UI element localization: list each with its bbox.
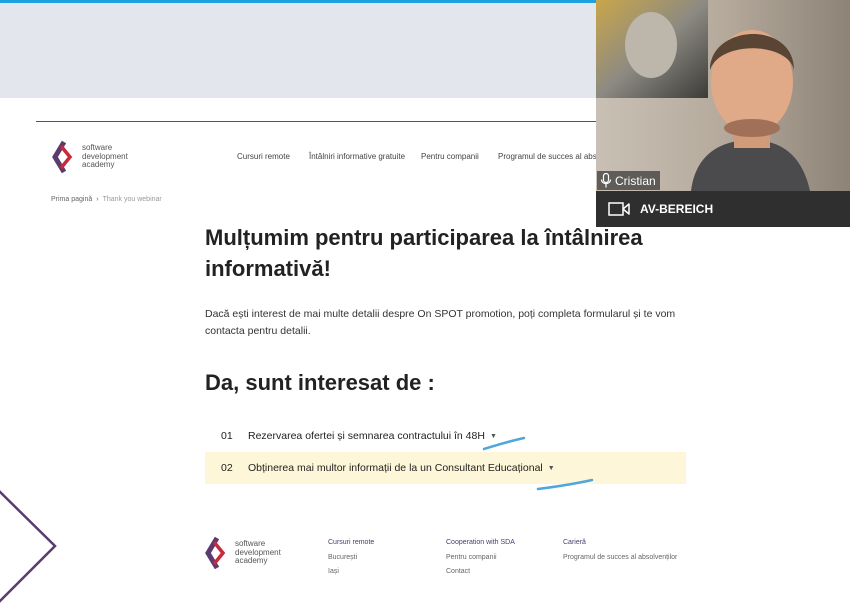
logo-mark-icon <box>52 140 73 174</box>
option-number: 01 <box>221 430 233 442</box>
participant-video[interactable] <box>596 0 850 191</box>
footer-column-cooperation: Cooperation with SDA Pentru companii Con… <box>446 536 515 580</box>
footer-logo[interactable]: software development academy <box>205 536 281 570</box>
annotation-underline-2 <box>536 478 594 491</box>
option-label: Rezervarea ofertei și semnarea contractu… <box>248 430 485 442</box>
breadcrumb-separator: › <box>96 196 99 203</box>
participant-name-tag: Cristian <box>597 171 660 190</box>
section-heading: Da, sunt interesat de : <box>205 370 435 395</box>
accordion-option-1[interactable]: 01 Rezervarea ofertei și semnarea contra… <box>205 420 686 452</box>
nav-cursuri-remote[interactable]: Cursuri remote <box>237 152 290 161</box>
footer-link[interactable]: București <box>328 551 374 566</box>
footer-heading: Cooperation with SDA <box>446 539 515 546</box>
nav-programul-de-succes[interactable]: Programul de succes al absolv <box>498 152 607 161</box>
top-banner-area <box>0 3 596 98</box>
video-camera-icon <box>608 202 630 216</box>
footer-column-cariera: Carieră Programul de succes al absolvenț… <box>563 536 677 565</box>
footer-heading: Cursuri remote <box>328 539 375 546</box>
intro-line: contacta pentru detalii. <box>205 325 311 337</box>
participant-video-frame <box>596 0 850 191</box>
header-divider <box>36 121 596 122</box>
accordion-option-2[interactable]: 02 Obținerea mai multor informații de la… <box>205 452 686 484</box>
microphone-icon <box>600 173 612 188</box>
logo-text: software development academy <box>235 540 281 566</box>
site-logo[interactable]: software development academy <box>52 140 128 174</box>
nav-pentru-companii[interactable]: Pentru companii <box>421 152 479 161</box>
nav-intalniri-informative[interactable]: Întâlniri informative gratuite <box>309 152 405 161</box>
footer-link[interactable]: Contact <box>446 565 515 580</box>
breadcrumb: Prima pagină › Thank you webinar <box>51 196 162 203</box>
footer-link[interactable]: Iași <box>328 565 374 580</box>
page-title-line: informativă! <box>205 256 331 281</box>
logo-mark-icon <box>205 536 226 570</box>
caret-down-icon: ▼ <box>547 464 555 472</box>
footer-column-cursuri: Cursuri remote București Iași <box>328 536 374 580</box>
room-name: AV-BEREICH <box>640 202 714 216</box>
footer-link[interactable]: Pentru companii <box>446 551 515 566</box>
participant-name: Cristian <box>615 173 656 188</box>
intro-text: Dacă ești interest de mai multe detalii … <box>205 306 685 340</box>
footer-heading: Carieră <box>563 539 586 546</box>
breadcrumb-home[interactable]: Prima pagină <box>51 196 92 203</box>
intro-line: Dacă ești interest de mai multe detalii … <box>205 308 676 320</box>
logo-text: software development academy <box>82 144 128 170</box>
page-title: Mulțumim pentru participarea la întâlnir… <box>205 222 675 284</box>
option-label: Obținerea mai multor informații de la un… <box>248 462 543 474</box>
footer-link[interactable]: Programul de succes al absolvenților <box>563 551 677 566</box>
logo-line: academy <box>235 556 268 566</box>
decorative-chevron-icon <box>0 490 57 603</box>
option-number: 02 <box>221 462 233 474</box>
logo-line: academy <box>82 160 115 170</box>
annotation-underline-1 <box>482 436 526 451</box>
room-label-bar: AV-BEREICH <box>596 191 850 227</box>
breadcrumb-current: Thank you webinar <box>102 196 162 203</box>
